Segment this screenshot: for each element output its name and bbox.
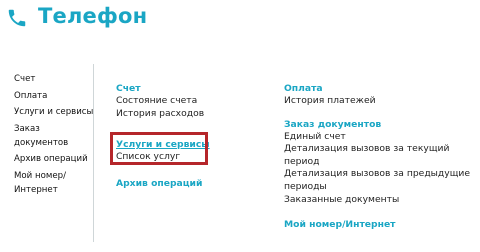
sidebar-item-documents[interactable]: Заказ документов	[14, 122, 94, 150]
section-my-number: Мой номер/Интернет	[284, 219, 474, 231]
section-documents: Заказ документов Единый счет Детализация…	[284, 119, 474, 207]
my-number-heading-link[interactable]: Мой номер/Интернет	[284, 219, 474, 231]
section-payment: Оплата История платежей	[284, 83, 474, 108]
sidebar-item-account[interactable]: Счет	[14, 72, 94, 86]
sidebar-item-my-number[interactable]: Мой номер/Интернет	[14, 169, 94, 197]
section-archive: Архив операций	[116, 178, 276, 190]
single-bill-link[interactable]: Единый счет	[284, 131, 474, 144]
highlight-box	[110, 132, 208, 165]
sidebar-divider	[93, 64, 94, 242]
main-column-right: Оплата История платежей Заказ документов…	[284, 83, 474, 240]
page-title: Телефон	[38, 4, 148, 28]
sidebar-item-payment[interactable]: Оплата	[14, 89, 94, 103]
archive-heading-link[interactable]: Архив операций	[116, 178, 276, 190]
sidebar: Счет Оплата Услуги и сервисы Заказ докум…	[14, 72, 94, 200]
phone-icon	[8, 9, 26, 27]
sidebar-item-archive[interactable]: Архив операций	[14, 152, 94, 166]
header: Телефон	[0, 0, 480, 44]
account-status-link[interactable]: Состояние счета	[116, 95, 276, 108]
ordered-documents-link[interactable]: Заказанные документы	[284, 194, 474, 207]
documents-heading-link[interactable]: Заказ документов	[284, 119, 474, 131]
payment-heading-link[interactable]: Оплата	[284, 83, 474, 95]
expense-history-link[interactable]: История расходов	[116, 108, 276, 121]
payment-history-link[interactable]: История платежей	[284, 95, 474, 108]
section-account: Счет Состояние счета История расходов	[116, 83, 276, 120]
account-heading-link[interactable]: Счет	[116, 83, 276, 95]
current-period-details-link[interactable]: Детализация вызовов за текущий период	[284, 143, 474, 168]
sidebar-item-services[interactable]: Услуги и сервисы	[14, 105, 94, 119]
previous-periods-details-link[interactable]: Детализация вызовов за предыдущие период…	[284, 168, 474, 193]
